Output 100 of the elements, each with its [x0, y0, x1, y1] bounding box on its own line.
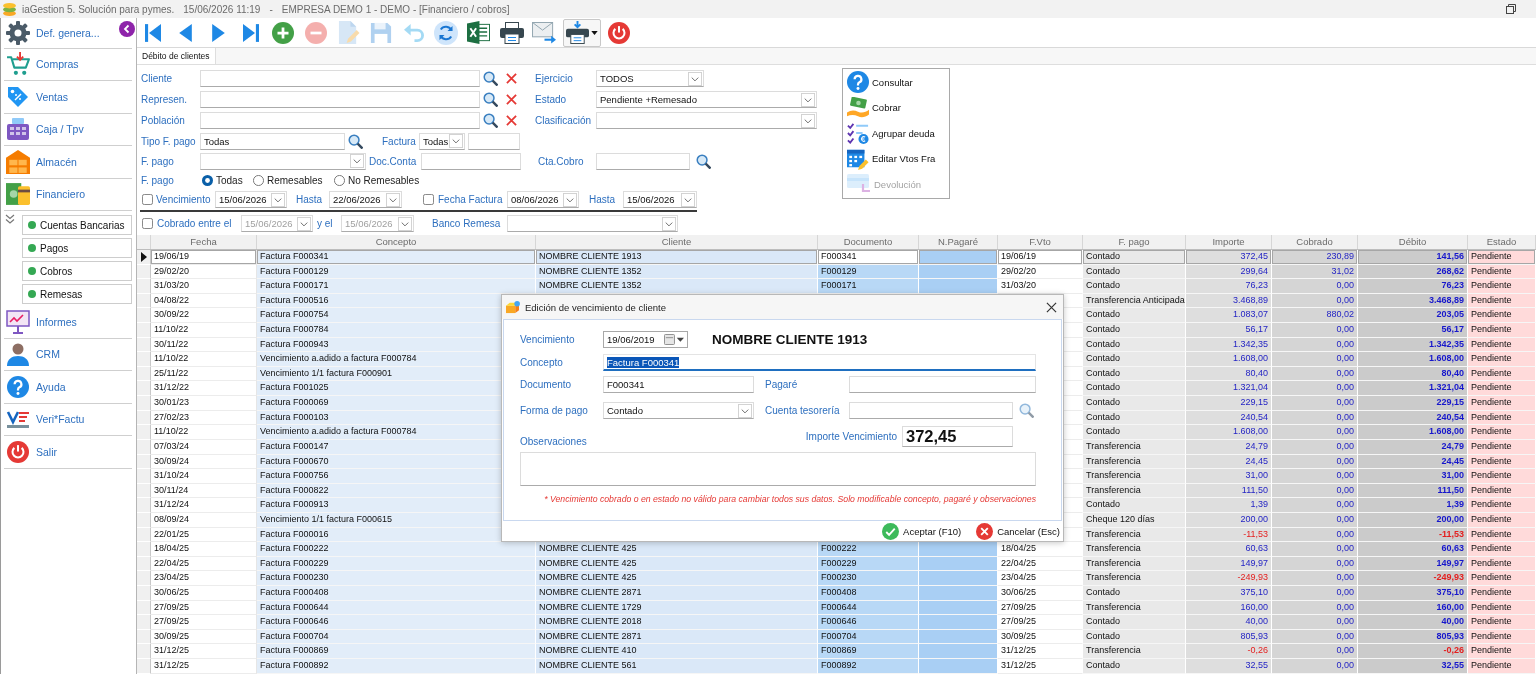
table-cell: NOMBRE CLIENTE 2018 [536, 615, 818, 630]
help-icon [847, 71, 869, 93]
sidebar-item[interactable]: CRM [4, 338, 132, 371]
amount-field[interactable]: 372,45 [902, 426, 1013, 447]
table-cell: Factura F000646 [257, 615, 536, 630]
column-header[interactable]: F.Vto [998, 235, 1083, 249]
tab[interactable]: Débito de clientes [137, 48, 216, 64]
skip-last-icon[interactable] [242, 23, 259, 42]
refresh-icon[interactable] [434, 20, 459, 45]
double-chevron-icon[interactable] [5, 214, 15, 224]
dropdown[interactable] [507, 215, 678, 232]
clear-icon[interactable] [506, 115, 517, 126]
column-header[interactable]: Débito [1358, 235, 1468, 249]
date-field[interactable]: 08/06/2026 [507, 191, 579, 208]
action-button[interactable]: Cobrar [847, 96, 902, 119]
clear-icon[interactable] [506, 94, 517, 105]
next-icon[interactable] [211, 23, 225, 42]
close-icon[interactable] [1046, 301, 1057, 313]
action-button[interactable]: Editar Vtos Fra [847, 147, 936, 170]
radio-button[interactable] [334, 175, 345, 186]
sidebar-item[interactable]: Ventas [4, 81, 132, 114]
submenu-item[interactable]: Pagos [22, 238, 132, 258]
field-label: Estado [535, 94, 568, 105]
row-header [137, 396, 151, 411]
date-field[interactable]: 15/06/2026 [215, 191, 287, 208]
collapse-icon[interactable] [119, 21, 135, 37]
radio-button[interactable] [253, 175, 264, 186]
table-cell: Factura F000230 [257, 571, 536, 586]
cancel-button[interactable]: Cancelar (Esc) [976, 522, 1060, 540]
date-field[interactable]: 22/06/2026 [329, 191, 402, 208]
text-field[interactable] [421, 152, 521, 170]
search-icon[interactable] [483, 113, 498, 128]
search-icon[interactable] [348, 133, 363, 149]
radio-button[interactable] [202, 175, 213, 186]
dropdown[interactable]: Contado [603, 402, 754, 419]
column-header[interactable]: F. pago [1083, 235, 1186, 249]
submenu-item[interactable]: Remesas [22, 284, 132, 304]
checkbox[interactable] [142, 194, 153, 205]
table-cell: 23/04/25 [998, 571, 1083, 586]
sidebar-item[interactable]: Financiero [4, 178, 132, 211]
spreadsheet-icon[interactable] [467, 21, 491, 44]
column-header[interactable]: Concepto [257, 235, 536, 249]
person-icon [7, 342, 29, 366]
column-header[interactable]: Fecha [151, 235, 257, 249]
column-header[interactable]: Cliente [536, 235, 818, 249]
search-icon[interactable] [696, 153, 711, 169]
search-icon[interactable] [483, 92, 498, 107]
text-field[interactable] [849, 402, 1013, 419]
date-field[interactable]: 19/06/2019 [603, 331, 688, 348]
text-field[interactable] [849, 376, 1036, 393]
date-field[interactable]: 15/06/2026 [623, 191, 697, 208]
sidebar-item[interactable]: Ayuda [4, 371, 132, 404]
search-icon[interactable] [483, 71, 498, 86]
previous-icon[interactable] [179, 23, 193, 42]
restore-icon[interactable] [1506, 4, 1516, 14]
table-cell: 23/04/25 [151, 571, 257, 586]
text-field[interactable] [200, 112, 480, 129]
clear-icon[interactable] [506, 73, 517, 84]
action-button[interactable]: Consultar [847, 71, 913, 93]
text-field[interactable] [596, 152, 690, 170]
column-header[interactable]: Documento [818, 235, 919, 249]
power-icon[interactable] [608, 21, 631, 44]
accept-button[interactable]: Aceptar (F10) [882, 522, 962, 540]
sidebar-item[interactable]: Veri*Factu [4, 403, 132, 436]
table-cell: Factura F000171 [257, 279, 536, 294]
text-field[interactable]: Todas [200, 132, 345, 150]
text-field[interactable] [200, 70, 480, 87]
table-cell: NOMBRE CLIENTE 1352 [536, 279, 818, 294]
table-cell: 0,00 [1272, 542, 1358, 557]
printer-icon[interactable] [499, 21, 524, 44]
text-field[interactable]: F000341 [603, 376, 754, 393]
text-area[interactable] [520, 452, 1036, 486]
submenu-item[interactable]: Cuentas Bancarias [22, 215, 132, 235]
sidebar-item[interactable]: Almacén [4, 146, 132, 179]
text-field[interactable] [468, 132, 520, 150]
column-header[interactable]: Estado [1468, 235, 1536, 249]
dropdown[interactable]: TODOS [596, 70, 704, 87]
dropdown[interactable]: Pendiente +Remesado [596, 91, 817, 108]
table-cell: Contado [1083, 425, 1186, 440]
checkbox[interactable] [423, 194, 434, 205]
column-header[interactable]: N.Pagaré [919, 235, 998, 249]
add-icon[interactable] [272, 21, 295, 44]
sidebar-item[interactable]: Informes [4, 306, 132, 339]
print-menu-button[interactable] [562, 18, 601, 47]
sidebar-item[interactable]: Salir [4, 436, 132, 469]
table-cell: 0,00 [1272, 615, 1358, 630]
skip-first-icon[interactable] [145, 23, 161, 42]
action-button[interactable]: Agrupar deuda [847, 122, 935, 144]
text-field[interactable] [200, 91, 480, 108]
dropdown[interactable] [596, 112, 817, 129]
sidebar-item[interactable]: Compras [4, 48, 132, 81]
column-header[interactable]: Cobrado [1272, 235, 1358, 249]
row-header [137, 425, 151, 440]
dropdown[interactable]: Todas [419, 132, 465, 150]
text-field[interactable]: Factura F000341 [603, 354, 1036, 371]
email-send-icon[interactable] [531, 21, 557, 44]
table-cell: 60,63 [1186, 542, 1272, 557]
submenu-item[interactable]: Cobros [22, 261, 132, 281]
column-header[interactable]: Importe [1186, 235, 1272, 249]
sidebar-item[interactable]: Caja / Tpv [4, 113, 132, 146]
